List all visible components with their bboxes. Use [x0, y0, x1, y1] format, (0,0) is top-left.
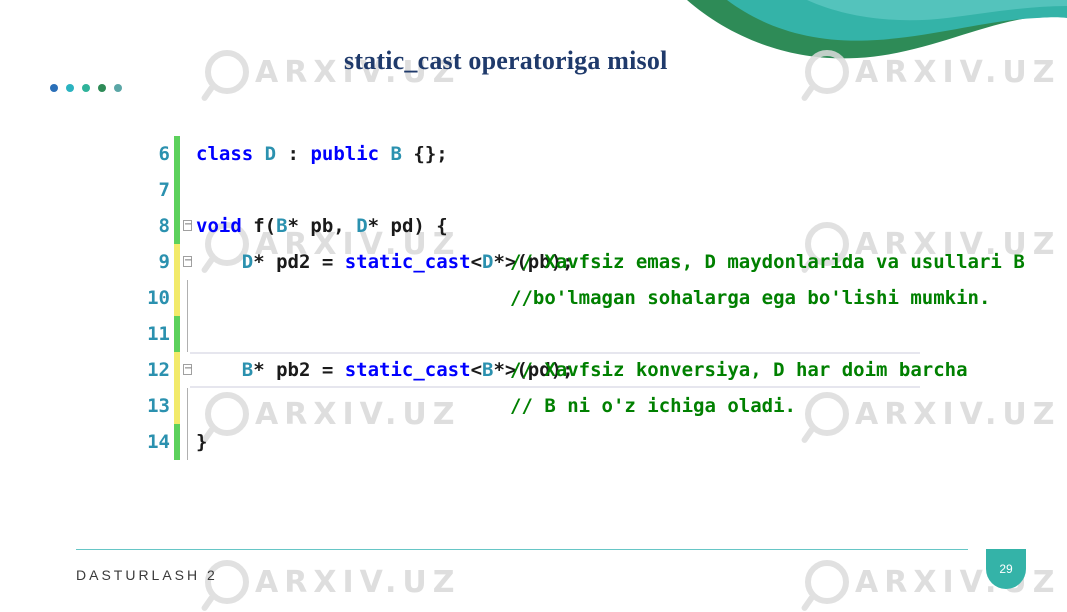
- line-number: 14: [147, 431, 170, 453]
- dot-icon: [114, 84, 122, 92]
- change-marker: [174, 424, 180, 460]
- code-line: 6 class D : public B {};: [130, 136, 920, 172]
- dot-icon: [98, 84, 106, 92]
- change-marker: [174, 136, 180, 172]
- collapse-icon[interactable]: −: [183, 256, 192, 267]
- code-comment: // Xavfsiz emas, D maydonlarida va usull…: [510, 251, 1025, 273]
- line-number: 11: [147, 323, 170, 345]
- slide-title: static_cast operatoriga misol: [344, 46, 668, 75]
- change-marker: [174, 316, 180, 352]
- fold-guide-line: [187, 424, 188, 460]
- collapse-icon[interactable]: −: [183, 220, 192, 231]
- change-marker: [174, 352, 180, 388]
- collapse-icon[interactable]: −: [183, 364, 192, 375]
- change-marker: [174, 244, 180, 280]
- line-number: 6: [158, 143, 170, 165]
- code-text: void f(B* pb, D* pd) {: [196, 215, 448, 237]
- line-number: 10: [147, 287, 170, 309]
- code-line: 11: [130, 316, 920, 352]
- fold-guide-line: [187, 316, 188, 352]
- page-number-badge: 29: [986, 549, 1026, 589]
- line-number: 9: [158, 251, 170, 273]
- change-marker: [174, 208, 180, 244]
- line-number: 7: [158, 179, 170, 201]
- code-comment: //bo'lmagan sohalarga ega bo'lishi mumki…: [510, 287, 991, 309]
- line-number: 8: [158, 215, 170, 237]
- dot-icon: [66, 84, 74, 92]
- footer-course-name: DASTURLASH 2: [76, 567, 218, 583]
- footer-divider: [76, 549, 968, 550]
- code-text: class D : public B {};: [196, 143, 448, 165]
- watermark: ARXIV.UZ: [205, 560, 460, 604]
- code-line: 10 //bo'lmagan sohalarga ega bo'lishi mum…: [130, 280, 990, 316]
- dot-icon: [82, 84, 90, 92]
- line-number: 13: [147, 395, 170, 417]
- change-marker: [174, 388, 180, 424]
- code-line: 9− D* pd2 = static_cast<D*>(pb);// Xavfs…: [130, 244, 1025, 280]
- corner-wave-decoration: [687, 0, 1067, 59]
- fold-guide-line: [187, 388, 188, 424]
- change-marker: [174, 172, 180, 208]
- code-line: 8 − void f(B* pb, D* pd) {: [130, 208, 920, 244]
- decorative-dots: [50, 84, 122, 92]
- line-number: 12: [147, 359, 170, 381]
- code-line: 12− B* pb2 = static_cast<B*>(pd);// Xavf…: [130, 352, 968, 388]
- dot-icon: [50, 84, 58, 92]
- page-number: 29: [999, 562, 1013, 576]
- code-line: 7: [130, 172, 920, 208]
- code-comment: // Xavfsiz konversiya, D har doim barcha: [510, 359, 968, 381]
- code-editor-screenshot: 6 class D : public B {}; 7 8− void f(B* pb, …: [130, 136, 1025, 486]
- code-line: 14}: [130, 424, 920, 460]
- change-marker: [174, 280, 180, 316]
- fold-guide-line: [187, 280, 188, 316]
- code-line: 13 // B ni o'z ichiga oladi.: [130, 388, 920, 424]
- code-comment: // B ni o'z ichiga oladi.: [510, 395, 796, 417]
- code-text: }: [196, 431, 208, 453]
